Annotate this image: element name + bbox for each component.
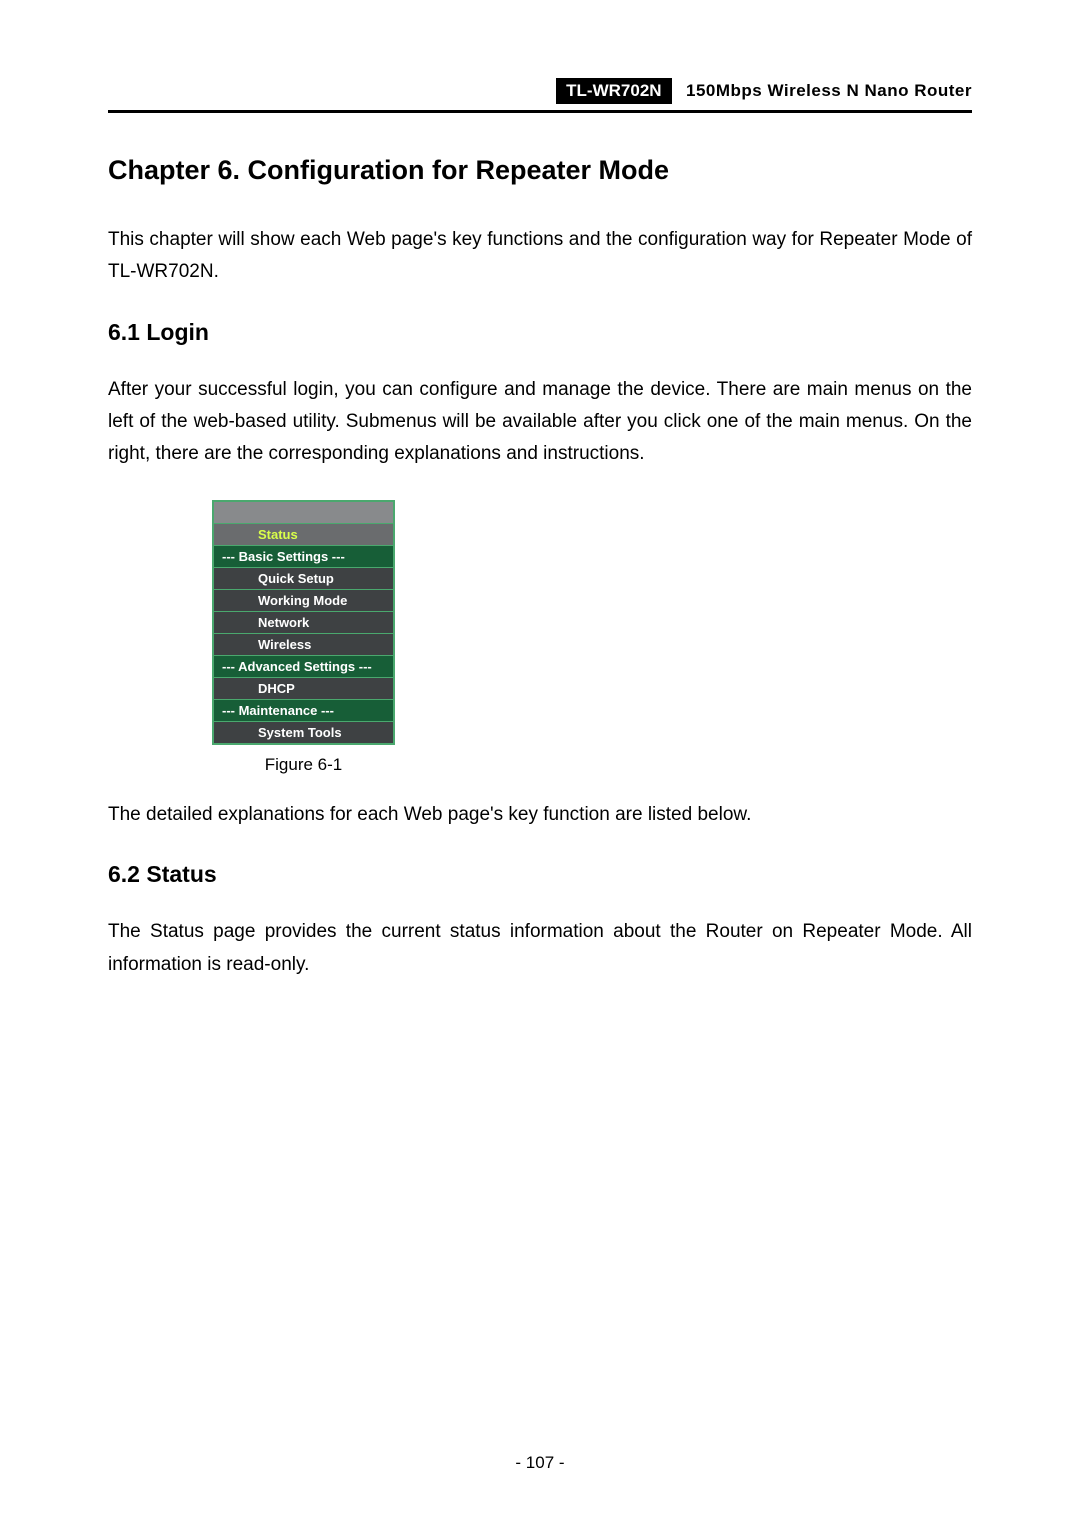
chapter-intro: This chapter will show each Web page's k… [108,224,972,289]
menu-blank-row [213,501,394,523]
nav-menu-figure: Status --- Basic Settings --- Quick Setu… [212,500,395,745]
page-number: - 107 - [0,1453,1080,1473]
model-description: 150Mbps Wireless N Nano Router [676,81,972,100]
menu-item-dhcp: DHCP [213,677,394,699]
model-badge: TL-WR702N [556,78,671,104]
chapter-title: Chapter 6. Configuration for Repeater Mo… [108,155,972,186]
menu-item-network: Network [213,611,394,633]
page-container: TL-WR702N 150Mbps Wireless N Nano Router… [0,0,1080,1527]
section-status-title: 6.2 Status [108,861,972,888]
menu-item-quick-setup: Quick Setup [213,567,394,589]
menu-item-working-mode: Working Mode [213,589,394,611]
section-login-title: 6.1 Login [108,319,972,346]
menu-section-basic: --- Basic Settings --- [213,545,394,567]
menu-item-system-tools: System Tools [213,721,394,744]
menu-item-wireless: Wireless [213,633,394,655]
nav-menu: Status --- Basic Settings --- Quick Setu… [212,500,395,745]
section-login-text: After your successful login, you can con… [108,374,972,471]
figure-caption: Figure 6-1 [212,755,395,775]
menu-item-status: Status [213,523,394,545]
section-status-text: The Status page provides the current sta… [108,916,972,981]
section-login-after-figure: The detailed explanations for each Web p… [108,799,972,831]
menu-section-advanced: --- Advanced Settings --- [213,655,394,677]
menu-section-maintenance: --- Maintenance --- [213,699,394,721]
document-header: TL-WR702N 150Mbps Wireless N Nano Router [108,78,972,113]
